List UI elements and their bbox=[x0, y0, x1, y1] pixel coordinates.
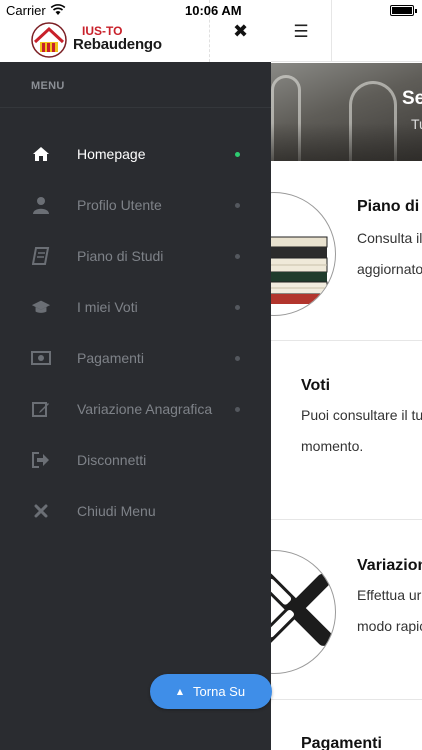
caret-up-icon: ▲ bbox=[176, 687, 184, 696]
card-text-line: momento. bbox=[301, 438, 364, 454]
card-text-line: modo rapic bbox=[357, 618, 422, 634]
card-title: Piano di S bbox=[357, 198, 422, 215]
menu-item-label: I miei Voti bbox=[77, 299, 138, 315]
indicator-dot bbox=[235, 356, 240, 361]
status-bar: Carrier 10:06 AM bbox=[0, 0, 422, 20]
menu-item-chiudi-menu[interactable]: Chiudi Menu bbox=[0, 492, 271, 532]
back-to-top-label: Torna Su bbox=[193, 684, 246, 699]
hero-title: Se bbox=[402, 88, 422, 109]
menu-item-i-miei-voti[interactable]: I miei Voti bbox=[0, 288, 271, 328]
menu-item-pagamenti[interactable]: Pagamenti bbox=[0, 339, 271, 379]
menu-item-piano-di-studi[interactable]: Piano di Studi bbox=[0, 237, 271, 277]
menu-item-profilo-utente[interactable]: Profilo Utente bbox=[0, 186, 271, 226]
sign-out-icon bbox=[31, 450, 51, 470]
graduation-cap-icon bbox=[31, 297, 51, 317]
money-icon bbox=[31, 348, 51, 368]
card-text-line: aggiornato bbox=[357, 261, 422, 277]
back-to-top-button[interactable]: ▲ Torna Su bbox=[150, 674, 272, 709]
menu-divider bbox=[0, 107, 271, 108]
menu-item-disconnetti[interactable]: Disconnetti bbox=[0, 441, 271, 481]
menu-item-label: Pagamenti bbox=[77, 350, 144, 366]
carrier-label: Carrier bbox=[6, 3, 46, 18]
indicator-dot bbox=[235, 203, 240, 208]
card-text-line: Consulta il bbox=[357, 230, 422, 246]
menu-item-variazione-anagrafica[interactable]: Variazione Anagrafica bbox=[0, 390, 271, 430]
menu-item-label: Variazione Anagrafica bbox=[77, 401, 213, 417]
card-text-line: Puoi consultare il tu bbox=[301, 407, 422, 423]
battery-icon bbox=[390, 5, 417, 16]
hero-subtitle: Tu bbox=[411, 116, 422, 132]
menu-item-homepage[interactable]: Homepage bbox=[0, 135, 271, 175]
menu-item-label: Homepage bbox=[77, 146, 146, 162]
menu-heading: MENU bbox=[31, 80, 65, 92]
indicator-dot bbox=[235, 305, 240, 310]
indicator-dot bbox=[235, 254, 240, 259]
side-drawer: IUS-TO Rebaudengo ✖ MENU Homepage Profil… bbox=[0, 0, 271, 750]
menu-item-label: Disconnetti bbox=[77, 452, 147, 468]
card-title: Voti bbox=[301, 377, 331, 394]
indicator-dot bbox=[235, 407, 240, 412]
close-icon bbox=[31, 501, 51, 521]
wifi-icon bbox=[50, 4, 66, 15]
app-logo: IUS-TO Rebaudengo bbox=[30, 20, 162, 60]
home-icon bbox=[31, 144, 51, 164]
user-icon bbox=[31, 195, 51, 215]
active-indicator-dot bbox=[235, 152, 240, 157]
card-title: Pagamenti bbox=[301, 735, 382, 750]
card-text-line: Effettua ur bbox=[357, 587, 422, 603]
hero-banner bbox=[271, 63, 422, 161]
menu-item-label: Chiudi Menu bbox=[77, 503, 156, 519]
card-title: Variazion bbox=[357, 557, 422, 574]
logo-bottom-text: Rebaudengo bbox=[73, 36, 162, 53]
logo-emblem-icon bbox=[31, 22, 67, 58]
menu-item-label: Piano di Studi bbox=[77, 248, 164, 264]
status-time: 10:06 AM bbox=[185, 3, 242, 18]
menu-item-label: Profilo Utente bbox=[77, 197, 162, 213]
book-icon bbox=[31, 246, 51, 266]
edit-icon bbox=[31, 399, 51, 419]
